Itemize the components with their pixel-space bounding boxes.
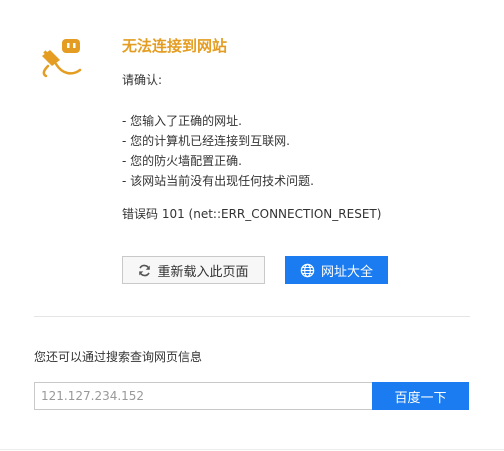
error-title: 无法连接到网站 xyxy=(122,37,228,55)
globe-icon xyxy=(300,263,315,277)
check-list: - 您输入了正确的网址. - 您的计算机已经连接到互联网. - 您的防火墙配置正… xyxy=(122,111,314,191)
confirm-label: 请确认: xyxy=(122,73,163,87)
search-input[interactable] xyxy=(34,382,373,410)
reload-page-label: 重新载入此页面 xyxy=(157,264,249,280)
bottom-divider xyxy=(0,449,504,450)
search-hint-label: 您还可以通过搜索查询网页信息 xyxy=(34,350,203,364)
divider xyxy=(34,316,470,317)
unplugged-plug-icon xyxy=(42,39,82,78)
search-button[interactable]: 百度一下 xyxy=(372,382,469,410)
check-item-internet: - 您的计算机已经连接到互联网. xyxy=(122,134,290,148)
error-page: 无法连接到网站 请确认: - 您输入了正确的网址. - 您的计算机已经连接到互联… xyxy=(0,0,504,451)
site-directory-button[interactable]: 网址大全 xyxy=(285,256,388,284)
check-item-firewall: - 您的防火墙配置正确. xyxy=(122,154,242,168)
check-item-url: - 您输入了正确的网址. xyxy=(122,114,242,128)
error-code: 错误码 101 (net::ERR_CONNECTION_RESET) xyxy=(122,207,382,221)
refresh-icon xyxy=(139,264,151,276)
reload-page-button[interactable]: 重新载入此页面 xyxy=(122,256,265,284)
site-directory-label: 网址大全 xyxy=(320,264,373,280)
check-item-server: - 该网站当前没有出现任何技术问题. xyxy=(122,174,314,188)
